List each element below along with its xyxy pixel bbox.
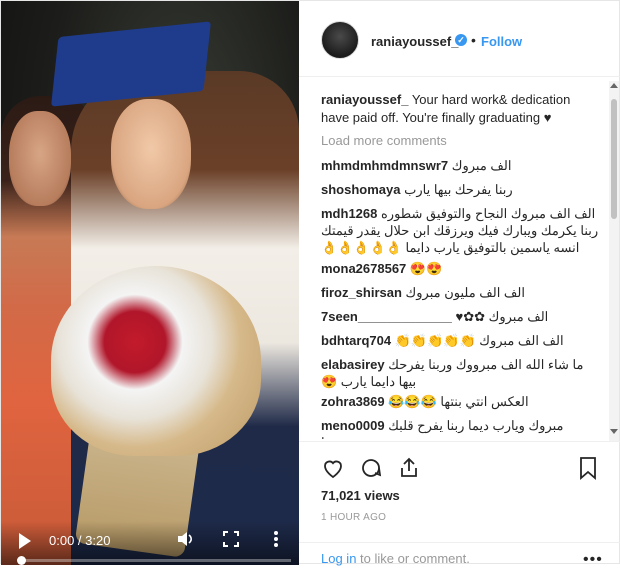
video-face-left [9, 111, 71, 206]
scroll-down-arrow-icon[interactable] [610, 429, 618, 434]
comment-item: 7seen_____________ الف مبروك ✿✿♥ [321, 308, 599, 325]
post-caption: raniayoussef_ Your hard work& dedication… [321, 91, 579, 127]
comment-username[interactable]: firoz_shirsan [321, 285, 402, 300]
video-time: 0:00 / 3:20 [49, 533, 111, 548]
comment-username[interactable]: mhmdmhmdmnswr7 [321, 158, 448, 173]
comment-item: mona2678567 😍😍 [321, 260, 599, 277]
more-options-icon[interactable]: ••• [583, 551, 603, 569]
flower-bouquet [51, 266, 261, 456]
comment-item: firoz_shirsan الف الف مليون مبروك [321, 284, 599, 301]
post-actions: 71,021 views 1 HOUR AGO Log in to like o… [299, 441, 620, 569]
scroll-up-arrow-icon[interactable] [610, 83, 618, 88]
caption-username[interactable]: raniayoussef_ [321, 92, 408, 107]
avatar[interactable] [321, 21, 359, 59]
follow-button[interactable]: Follow [481, 34, 522, 49]
comment-text: الف الف مليون مبروك [405, 285, 525, 300]
comment-item: elabasirey ما شاء الله الف مبرووك وربنا … [321, 356, 599, 390]
bookmark-icon[interactable] [577, 456, 599, 485]
header-separator: • [471, 32, 476, 48]
comment-text: العكس انتي بنتها 😂😂😂 [388, 394, 529, 409]
post-header: raniayoussef_ ✓ • Follow [299, 1, 620, 77]
comment-text: ربنا يفرحك بيها يارب [404, 182, 513, 197]
verified-badge-icon: ✓ [455, 34, 467, 46]
header-username[interactable]: raniayoussef_ [371, 34, 458, 49]
comment-text: الف الف مبروك 👏👏👏👏👏 [394, 333, 564, 348]
fullscreen-icon[interactable] [221, 529, 241, 549]
comment-username[interactable]: shoshomaya [321, 182, 400, 197]
scrollbar-thumb[interactable] [611, 99, 617, 219]
comment-username[interactable]: 7seen_____________ [321, 309, 452, 324]
comment-item: bdhtarq704 الف الف مبروك 👏👏👏👏👏 [321, 332, 599, 349]
video-progress-bar[interactable] [17, 556, 291, 565]
video-more-icon[interactable] [269, 529, 283, 549]
comment-username[interactable]: mona2678567 [321, 261, 406, 276]
comment-username[interactable]: elabasirey [321, 357, 385, 372]
volume-icon[interactable] [175, 529, 195, 549]
comment-icon[interactable] [359, 456, 383, 485]
comments-scrollbar[interactable] [609, 81, 619, 441]
comment-item: mdh1268 الف الف مبروك النجاح والتوفيق شط… [321, 205, 599, 256]
post-window: 0:00 / 3:20 raniayoussef_ ✓ • Follow ran… [0, 0, 620, 569]
comment-username[interactable]: meno0009 [321, 418, 385, 433]
share-icon[interactable] [397, 456, 421, 485]
video-player[interactable]: 0:00 / 3:20 [1, 1, 299, 565]
comment-username[interactable]: bdhtarq704 [321, 333, 391, 348]
login-bar: Log in to like or comment. ••• [299, 542, 620, 569]
comment-text: الف مبروك [451, 158, 512, 173]
video-face-right [111, 99, 191, 209]
video-controls: 0:00 / 3:20 [1, 521, 299, 565]
comment-text: 😍😍 [409, 261, 443, 276]
heart-icon[interactable] [321, 456, 345, 485]
comment-username[interactable]: mdh1268 [321, 206, 377, 221]
comment-item: shoshomaya ربنا يفرحك بيها يارب [321, 181, 599, 198]
comment-item: meno0009 مبروك ويارب ديما ربنا يفرح قلبك… [321, 417, 599, 439]
comment-username[interactable]: zohra3869 [321, 394, 385, 409]
load-more-comments-button[interactable]: Load more comments [321, 133, 447, 148]
comment-text: الف مبروك ✿✿♥ [455, 309, 549, 324]
post-timestamp: 1 HOUR AGO [321, 512, 387, 523]
comment-item: mhmdmhmdmnswr7 الف مبروك [321, 157, 599, 174]
comment-item: zohra3869 العكس انتي بنتها 😂😂😂 [321, 393, 599, 410]
play-icon[interactable] [19, 533, 31, 549]
view-count[interactable]: 71,021 views [321, 488, 400, 503]
comments-section: raniayoussef_ Your hard work& dedication… [299, 77, 620, 439]
